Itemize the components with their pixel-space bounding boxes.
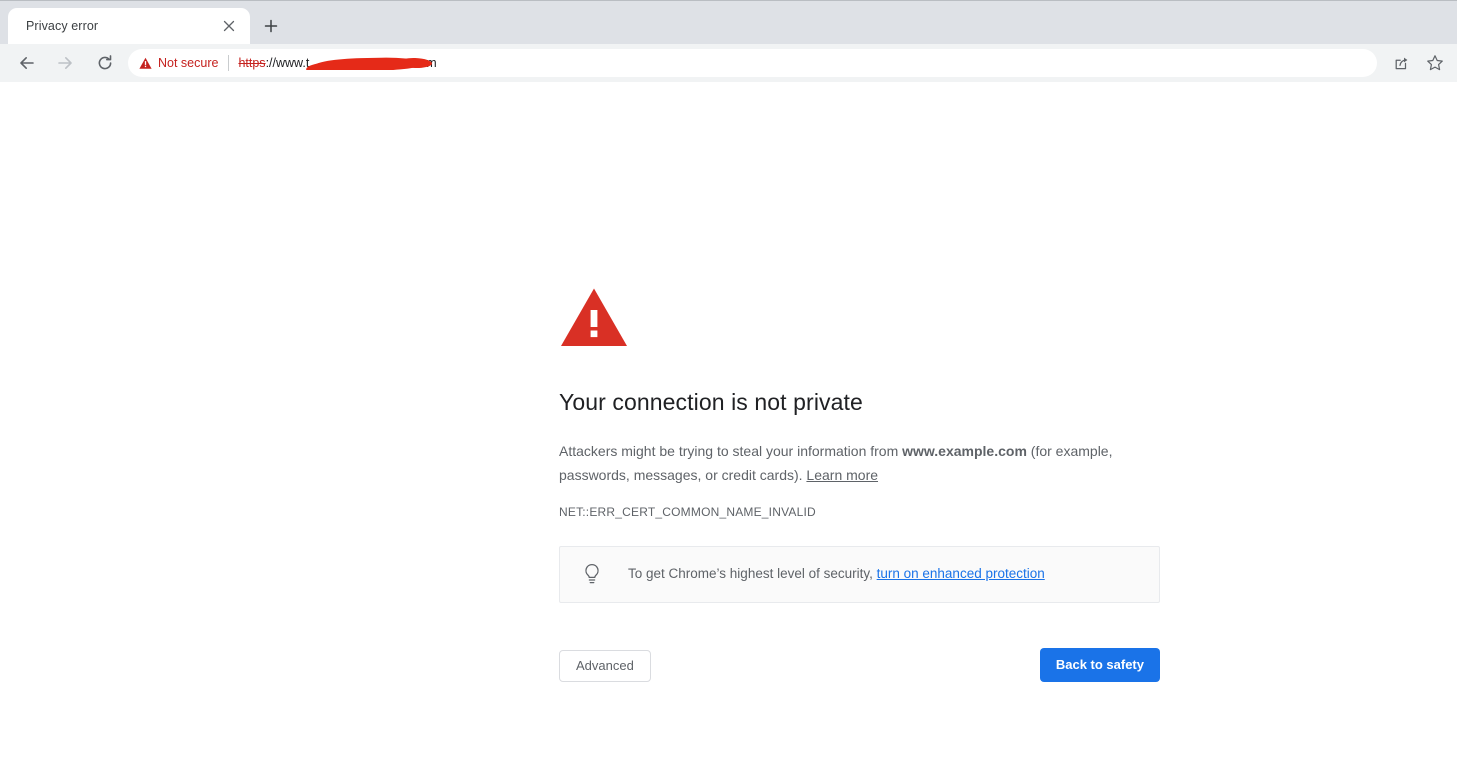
security-status-chip[interactable]: Not secure (139, 56, 218, 70)
forward-arrow-icon (50, 48, 80, 78)
tab-privacy-error[interactable]: Privacy error (8, 8, 250, 44)
toolbar-actions (1381, 49, 1449, 77)
omnibox-divider (228, 55, 230, 71)
page-title: Your connection is not private (559, 389, 863, 415)
url-scheme: https (238, 56, 266, 70)
new-tab-button[interactable] (256, 11, 286, 41)
url-separator: :// (265, 56, 276, 70)
back-to-safety-button[interactable]: Back to safety (1039, 647, 1160, 682)
tab-strip: Privacy error (0, 0, 1457, 44)
page-viewport: Your connection is not private Attackers… (0, 82, 1457, 782)
error-code: NET::ERR_CERT_COMMON_NAME_INVALID (559, 504, 816, 519)
enhanced-protection-banner: To get Chrome’s highest level of securit… (559, 545, 1160, 603)
turn-on-enhanced-protection-link[interactable]: turn on enhanced protection (877, 566, 1045, 581)
back-arrow-icon[interactable] (12, 48, 42, 78)
advanced-button[interactable]: Advanced (559, 649, 651, 682)
interstitial-button-row: Advanced Back to safety (559, 647, 1160, 683)
share-icon[interactable] (1387, 49, 1415, 77)
error-description: Attackers might be trying to steal your … (559, 439, 1160, 487)
enhanced-protection-prefix: To get Chrome’s highest level of securit… (628, 566, 877, 582)
browser-toolbar: Not secure https://www.t s.com (0, 44, 1457, 82)
enhanced-protection-text: To get Chrome’s highest level of securit… (628, 564, 1045, 584)
url-host-prefix: www. (275, 56, 306, 70)
reload-icon[interactable] (90, 48, 120, 78)
ssl-interstitial: Your connection is not private Attackers… (559, 286, 1160, 683)
error-description-domain: www.example.com (902, 442, 1027, 459)
star-icon[interactable] (1421, 49, 1449, 77)
address-bar[interactable]: Not secure https://www.t s.com (128, 49, 1377, 77)
tab-title: Privacy error (26, 19, 99, 33)
url-text[interactable]: https://www.t s.com (238, 56, 1365, 70)
lightbulb-icon (582, 563, 602, 585)
warning-triangle-icon (139, 57, 152, 69)
learn-more-link[interactable]: Learn more (806, 467, 878, 483)
error-triangle-icon (559, 286, 1159, 349)
url-host-redacted: t s (305, 56, 410, 70)
not-secure-label: Not secure (158, 56, 219, 70)
error-description-prefix: Attackers might be trying to steal your … (559, 442, 903, 459)
url-host-suffix: .com (409, 56, 437, 70)
browser-window: Privacy error Not secure https://www.t s… (0, 0, 1457, 782)
close-icon[interactable] (218, 15, 240, 37)
